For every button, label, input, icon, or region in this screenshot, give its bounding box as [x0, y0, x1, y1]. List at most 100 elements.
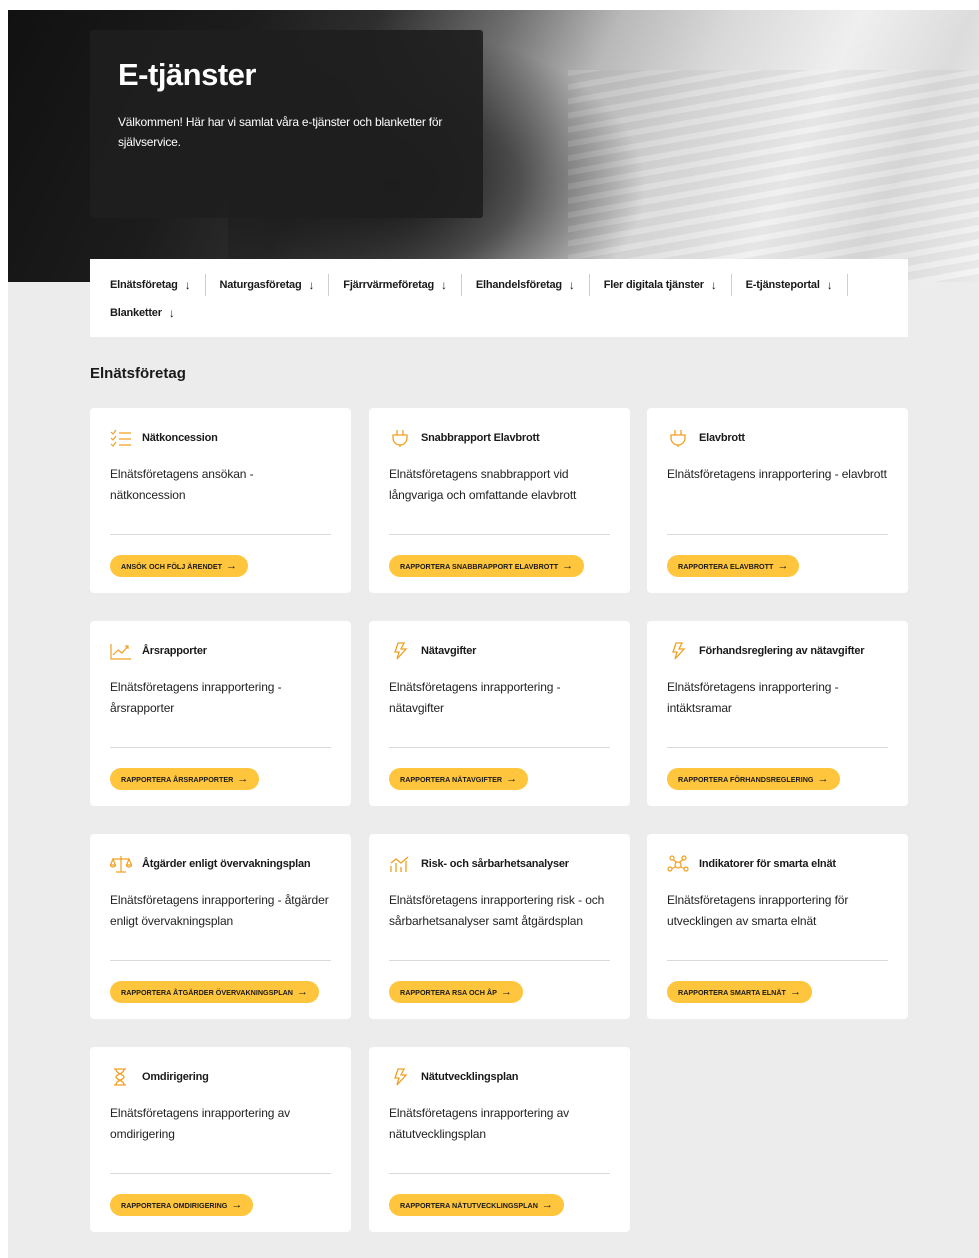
- button-label: RAPPORTERA ÅRSRAPPORTER: [121, 774, 234, 784]
- nav-item-label: Blanketter: [110, 307, 162, 319]
- card-title: Nätutvecklingsplan: [421, 1071, 519, 1083]
- card-description: Elnätsföretagens inrapportering av omdir…: [110, 1106, 291, 1141]
- card-title: Nätkoncession: [142, 432, 218, 444]
- arrow-right-icon: →: [226, 560, 238, 572]
- arrow-down-icon: ↓: [308, 278, 315, 292]
- button-label: ANSÖK OCH FÖLJ ÄRENDET: [121, 561, 223, 571]
- report-rsa-button[interactable]: RAPPORTERA RSA OCH ÅP →: [389, 981, 523, 1003]
- arrow-right-icon: →: [506, 773, 518, 785]
- arrow-down-icon: ↓: [184, 278, 191, 292]
- service-card-natkoncession: Nätkoncession Elnätsföretagens ansökan -…: [90, 408, 351, 593]
- button-label: RAPPORTERA RSA OCH ÅP: [400, 987, 497, 997]
- apply-and-follow-button[interactable]: ANSÖK OCH FÖLJ ÄRENDET →: [110, 555, 249, 577]
- hourglass-icon: [110, 1068, 132, 1086]
- card-title: Omdirigering: [142, 1071, 209, 1083]
- report-arsrapporter-button[interactable]: RAPPORTERA ÅRSRAPPORTER →: [110, 768, 260, 790]
- service-card-forhandsreglering: Förhandsreglering av nätavgifter Elnätsf…: [647, 621, 908, 806]
- card-title: Nätavgifter: [421, 645, 477, 657]
- page-background: E-tjänster Välkommen! Här har vi samlat …: [8, 10, 979, 1258]
- button-label: RAPPORTERA SNABBRAPPORT ELAVBROTT: [400, 561, 559, 571]
- card-divider: [389, 747, 610, 748]
- arrow-right-icon: →: [231, 1199, 243, 1211]
- arrow-right-icon: →: [777, 560, 789, 572]
- card-title: Årsrapporter: [142, 645, 207, 657]
- button-label: RAPPORTERA NÄTUTVECKLINGSPLAN: [400, 1200, 538, 1210]
- report-forhandsreglering-button[interactable]: RAPPORTERA FÖRHANDSREGLERING →: [667, 768, 840, 790]
- card-description: Elnätsföretagens inrapportering - elavbr…: [667, 467, 887, 481]
- nav-item-fler-digitala-tjanster[interactable]: Fler digitala tjänster ↓: [590, 274, 732, 296]
- plug-icon: [667, 429, 689, 447]
- card-title: Elavbrott: [699, 432, 745, 444]
- hero-panel: E-tjänster Välkommen! Här har vi samlat …: [90, 30, 483, 218]
- card-description: Elnätsföretagens inrapportering - årsrap…: [110, 680, 282, 715]
- button-label: RAPPORTERA NÄTAVGIFTER: [400, 774, 503, 784]
- card-description: Elnätsföretagens inrapportering - åtgärd…: [110, 893, 329, 928]
- page-title: E-tjänster: [118, 57, 256, 92]
- section-title: Elnätsföretag: [90, 365, 186, 382]
- report-smarta-elnat-button[interactable]: RAPPORTERA SMARTA ELNÄT →: [667, 981, 812, 1003]
- report-omdirigering-button[interactable]: RAPPORTERA OMDIRIGERING →: [110, 1194, 254, 1216]
- report-atgarder-button[interactable]: RAPPORTERA ÅTGÄRDER ÖVERVAKNINGSPLAN →: [110, 981, 319, 1003]
- category-nav-row-1: Elnätsföretag ↓ Naturgasföretag ↓ Fjärrvär…: [110, 271, 888, 299]
- service-card-atgarder-overvakningsplan: Åtgärder enligt övervakningsplan Elnätsf…: [90, 834, 351, 1019]
- card-description: Elnätsföretagens inrapportering - intäkt…: [667, 680, 839, 715]
- arrow-down-icon: ↓: [826, 278, 833, 292]
- card-title: Indikatorer för smarta elnät: [699, 858, 836, 870]
- checklist-icon: [110, 429, 132, 447]
- report-snabbrapport-button[interactable]: RAPPORTERA SNABBRAPPORT ELAVBROTT →: [389, 555, 585, 577]
- service-card-natavgifter: Nätavgifter Elnätsföretagens inrapporter…: [369, 621, 630, 806]
- chart-line-icon: [110, 642, 132, 660]
- card-description: Elnätsföretagens inrapportering - nätavg…: [389, 680, 561, 715]
- arrow-down-icon: ↓: [441, 278, 447, 292]
- report-elavbrott-button[interactable]: RAPPORTERA ELAVBROTT →: [667, 555, 800, 577]
- network-icon: [667, 855, 689, 873]
- nav-item-fjarrvarmeforetag[interactable]: Fjärrvärmeföretag ↓: [329, 274, 462, 296]
- button-label: RAPPORTERA FÖRHANDSREGLERING: [678, 774, 814, 784]
- service-card-risk-sarbarhetsanalyser: Risk- och sårbarhetsanalyser Elnätsföret…: [369, 834, 630, 1019]
- button-label: RAPPORTERA SMARTA ELNÄT: [678, 987, 786, 997]
- nav-item-label: Fler digitala tjänster: [603, 279, 704, 291]
- arrow-right-icon: →: [817, 773, 829, 785]
- service-card-elavbrott: Elavbrott Elnätsföretagens inrapporterin…: [647, 408, 908, 593]
- card-description: Elnätsföretagens inrapportering av nätut…: [389, 1106, 570, 1141]
- nav-item-blanketter[interactable]: Blanketter ↓: [110, 302, 189, 324]
- hero-banner: E-tjänster Välkommen! Här har vi samlat …: [8, 10, 979, 282]
- arrow-right-icon: →: [237, 773, 249, 785]
- service-card-omdirigering: Omdirigering Elnätsföretagens inrapporte…: [90, 1047, 351, 1232]
- service-card-smarta-elnat: Indikatorer för smarta elnät Elnätsföret…: [647, 834, 908, 1019]
- button-label: RAPPORTERA OMDIRIGERING: [121, 1200, 228, 1210]
- nav-item-label: Naturgasföretag: [219, 279, 302, 291]
- nav-item-e-tjansteportal[interactable]: E-tjänsteportal ↓: [732, 274, 848, 296]
- category-nav-row-2: Blanketter ↓: [110, 299, 888, 327]
- card-description: Elnätsföretagens inrapportering för utve…: [667, 893, 849, 928]
- nav-item-elhandelsforetag[interactable]: Elhandelsföretag ↓: [462, 274, 590, 296]
- nav-item-label: E-tjänsteportal: [745, 279, 820, 291]
- scale-icon: [110, 855, 132, 873]
- report-natavgifter-button[interactable]: RAPPORTERA NÄTAVGIFTER →: [389, 768, 529, 790]
- nav-item-naturgasforetag[interactable]: Naturgasföretag ↓: [206, 274, 330, 296]
- service-card-natutvecklingsplan: Nätutvecklingsplan Elnätsföretagens inra…: [369, 1047, 630, 1232]
- arrow-right-icon: →: [562, 560, 574, 572]
- lightning-icon: [389, 1068, 411, 1086]
- card-title: Åtgärder enligt övervakningsplan: [142, 858, 311, 870]
- card-divider: [667, 747, 888, 748]
- hero-intro-text: Välkommen! Här har vi samlat våra e-tjän…: [118, 115, 443, 149]
- arrow-down-icon: ↓: [168, 306, 175, 320]
- nav-item-label: Fjärrvärmeföretag: [343, 279, 435, 291]
- card-divider: [110, 960, 331, 961]
- arrow-right-icon: →: [789, 986, 801, 998]
- service-card-arsrapporter: Årsrapporter Elnätsföretagens inrapporte…: [90, 621, 351, 806]
- report-natutvecklingsplan-button[interactable]: RAPPORTERA NÄTUTVECKLINGSPLAN →: [389, 1194, 564, 1216]
- card-divider: [110, 1173, 331, 1174]
- card-divider: [110, 747, 331, 748]
- service-card-snabbrapport-elavbrott: Snabbrapport Elavbrott Elnätsföretagens …: [369, 408, 630, 593]
- card-title: Risk- och sårbarhetsanalyser: [421, 858, 569, 870]
- button-label: RAPPORTERA ÅTGÄRDER ÖVERVAKNINGSPLAN: [121, 987, 293, 997]
- card-divider: [667, 534, 888, 535]
- card-description: Elnätsföretagens snabbrapport vid långva…: [389, 467, 577, 502]
- card-divider: [667, 960, 888, 961]
- card-divider: [389, 1173, 610, 1174]
- arrow-right-icon: →: [500, 986, 512, 998]
- nav-item-elnatsforetag[interactable]: Elnätsföretag ↓: [110, 274, 206, 296]
- arrow-right-icon: →: [541, 1199, 553, 1211]
